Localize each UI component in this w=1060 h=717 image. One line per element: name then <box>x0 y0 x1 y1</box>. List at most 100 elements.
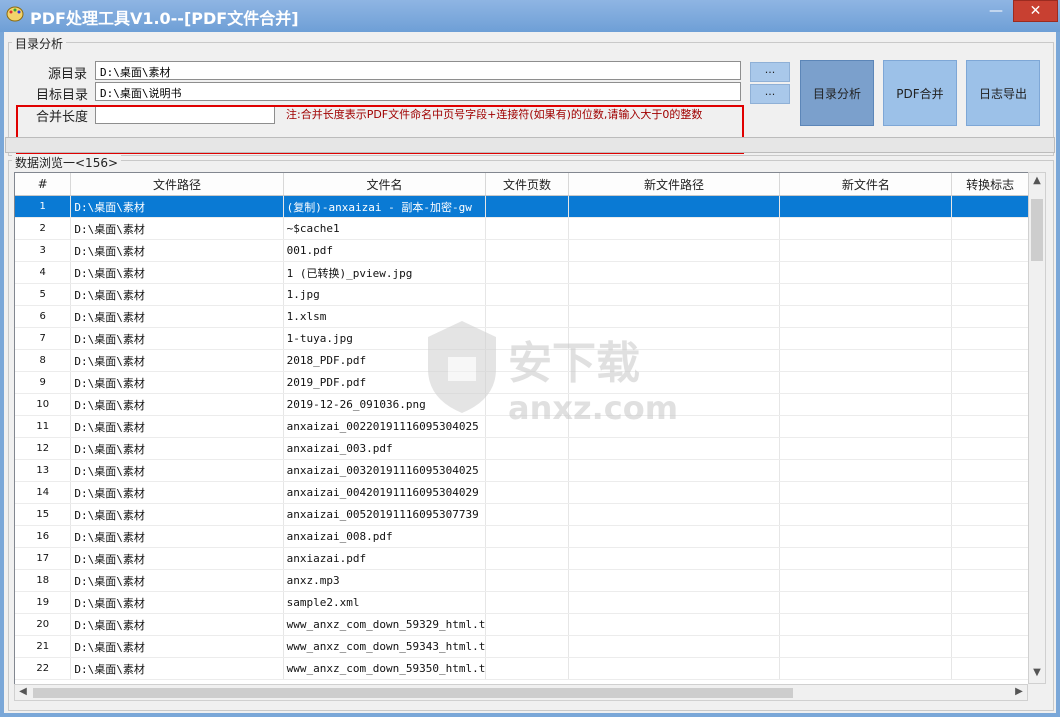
new-path-cell[interactable] <box>568 283 781 306</box>
table-row[interactable]: 2 D:\桌面\素材 ~$cache1 <box>15 217 1029 240</box>
page-count-cell[interactable] <box>485 261 569 284</box>
row-number[interactable]: 18 <box>15 569 72 592</box>
new-name-cell[interactable] <box>779 635 953 658</box>
convert-flag-cell[interactable] <box>951 415 1029 438</box>
table-row[interactable]: 16 D:\桌面\素材 anxaizai_008.pdf <box>15 525 1029 548</box>
table-row[interactable]: 9 D:\桌面\素材 2019_PDF.pdf <box>15 371 1029 394</box>
page-count-cell[interactable] <box>485 437 569 460</box>
column-header[interactable]: 新文件名 <box>779 173 953 196</box>
file-name-cell[interactable]: sample2.xml <box>283 591 487 614</box>
row-number[interactable]: 12 <box>15 437 72 460</box>
file-name-cell[interactable]: 1.xlsm <box>283 305 487 328</box>
table-row[interactable]: 4 D:\桌面\素材 1 (已转换)_pview.jpg <box>15 261 1029 284</box>
table-row[interactable]: 22 D:\桌面\素材 www_anxz_com_down_59350_html.t <box>15 657 1029 680</box>
new-name-cell[interactable] <box>779 613 953 636</box>
new-name-cell[interactable] <box>779 261 953 284</box>
file-path-cell[interactable]: D:\桌面\素材 <box>70 239 284 262</box>
file-path-cell[interactable]: D:\桌面\素材 <box>70 327 284 350</box>
new-path-cell[interactable] <box>568 481 781 504</box>
row-number[interactable]: 22 <box>15 657 72 680</box>
new-path-cell[interactable] <box>568 613 781 636</box>
page-count-cell[interactable] <box>485 283 569 306</box>
convert-flag-cell[interactable] <box>951 195 1029 218</box>
file-path-cell[interactable]: D:\桌面\素材 <box>70 393 284 416</box>
table-row[interactable]: 19 D:\桌面\素材 sample2.xml <box>15 591 1029 614</box>
row-number[interactable]: 7 <box>15 327 72 350</box>
new-path-cell[interactable] <box>568 261 781 284</box>
page-count-cell[interactable] <box>485 217 569 240</box>
file-path-cell[interactable]: D:\桌面\素材 <box>70 481 284 504</box>
convert-flag-cell[interactable] <box>951 217 1029 240</box>
table-row[interactable]: 12 D:\桌面\素材 anxaizai_003.pdf <box>15 437 1029 460</box>
column-header[interactable]: # <box>15 173 72 196</box>
file-path-cell[interactable]: D:\桌面\素材 <box>70 525 284 548</box>
file-name-cell[interactable]: (复制)-anxaizai - 副本-加密-gw <box>283 195 487 218</box>
row-number[interactable]: 2 <box>15 217 72 240</box>
new-name-cell[interactable] <box>779 415 953 438</box>
column-header[interactable]: 文件路径 <box>70 173 284 196</box>
page-count-cell[interactable] <box>485 415 569 438</box>
file-path-cell[interactable]: D:\桌面\素材 <box>70 283 284 306</box>
row-number[interactable]: 20 <box>15 613 72 636</box>
scroll-right-icon[interactable]: ▶ <box>1011 686 1027 697</box>
new-name-cell[interactable] <box>779 657 953 680</box>
table-row[interactable]: 10 D:\桌面\素材 2019-12-26_091036.png <box>15 393 1029 416</box>
file-path-cell[interactable]: D:\桌面\素材 <box>70 305 284 328</box>
file-name-cell[interactable]: anxaizai_00220191116095304025 <box>283 415 487 438</box>
table-row[interactable]: 13 D:\桌面\素材 anxaizai_00320191116095304025 <box>15 459 1029 482</box>
new-path-cell[interactable] <box>568 657 781 680</box>
table-row[interactable]: 15 D:\桌面\素材 anxaizai_00520191116095307739 <box>15 503 1029 526</box>
convert-flag-cell[interactable] <box>951 239 1029 262</box>
new-name-cell[interactable] <box>779 459 953 482</box>
table-row[interactable]: 20 D:\桌面\素材 www_anxz_com_down_59329_html.t <box>15 613 1029 636</box>
row-number[interactable]: 9 <box>15 371 72 394</box>
file-path-cell[interactable]: D:\桌面\素材 <box>70 371 284 394</box>
convert-flag-cell[interactable] <box>951 635 1029 658</box>
new-path-cell[interactable] <box>568 525 781 548</box>
file-path-cell[interactable]: D:\桌面\素材 <box>70 349 284 372</box>
new-name-cell[interactable] <box>779 349 953 372</box>
page-count-cell[interactable] <box>485 569 569 592</box>
file-name-cell[interactable]: www_anxz_com_down_59350_html.t <box>283 657 487 680</box>
file-path-cell[interactable]: D:\桌面\素材 <box>70 195 284 218</box>
row-number[interactable]: 5 <box>15 283 72 306</box>
page-count-cell[interactable] <box>485 459 569 482</box>
file-name-cell[interactable]: anxiazai.pdf <box>283 547 487 570</box>
new-path-cell[interactable] <box>568 415 781 438</box>
new-name-cell[interactable] <box>779 525 953 548</box>
new-path-cell[interactable] <box>568 371 781 394</box>
page-count-cell[interactable] <box>485 393 569 416</box>
table-row[interactable]: 18 D:\桌面\素材 anxz.mp3 <box>15 569 1029 592</box>
new-name-cell[interactable] <box>779 305 953 328</box>
convert-flag-cell[interactable] <box>951 503 1029 526</box>
new-name-cell[interactable] <box>779 327 953 350</box>
convert-flag-cell[interactable] <box>951 305 1029 328</box>
new-name-cell[interactable] <box>779 393 953 416</box>
file-name-cell[interactable]: anxaizai_003.pdf <box>283 437 487 460</box>
table-row[interactable]: 6 D:\桌面\素材 1.xlsm <box>15 305 1029 328</box>
new-path-cell[interactable] <box>568 305 781 328</box>
export-log-button[interactable]: 日志导出 <box>966 60 1040 126</box>
convert-flag-cell[interactable] <box>951 283 1029 306</box>
page-count-cell[interactable] <box>485 591 569 614</box>
table-row[interactable]: 14 D:\桌面\素材 anxaizai_00420191116095304029 <box>15 481 1029 504</box>
row-number[interactable]: 16 <box>15 525 72 548</box>
column-header[interactable]: 转换标志 <box>951 173 1029 196</box>
horizontal-scroll-thumb[interactable] <box>33 688 793 698</box>
new-path-cell[interactable] <box>568 349 781 372</box>
new-path-cell[interactable] <box>568 459 781 482</box>
convert-flag-cell[interactable] <box>951 349 1029 372</box>
convert-flag-cell[interactable] <box>951 525 1029 548</box>
new-name-cell[interactable] <box>779 547 953 570</box>
page-count-cell[interactable] <box>485 371 569 394</box>
new-name-cell[interactable] <box>779 371 953 394</box>
table-row[interactable]: 21 D:\桌面\素材 www_anxz_com_down_59343_html.t <box>15 635 1029 658</box>
table-row[interactable]: 7 D:\桌面\素材 1-tuya.jpg <box>15 327 1029 350</box>
new-path-cell[interactable] <box>568 591 781 614</box>
file-path-cell[interactable]: D:\桌面\素材 <box>70 547 284 570</box>
table-row[interactable]: 3 D:\桌面\素材 001.pdf <box>15 239 1029 262</box>
convert-flag-cell[interactable] <box>951 657 1029 680</box>
page-count-cell[interactable] <box>485 349 569 372</box>
row-number[interactable]: 21 <box>15 635 72 658</box>
new-name-cell[interactable] <box>779 195 953 218</box>
